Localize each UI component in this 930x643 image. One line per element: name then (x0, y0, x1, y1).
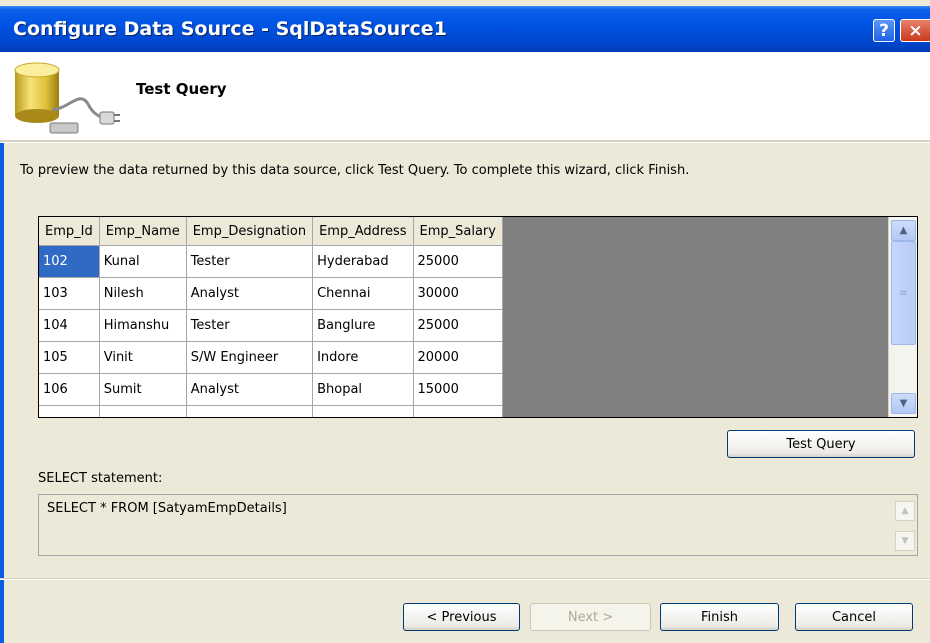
instructions-text: To preview the data returned by this dat… (20, 163, 690, 178)
table-cell[interactable]: 106 (39, 373, 100, 406)
dialog-window: Configure Data Source - SqlDataSource1 ?… (0, 0, 930, 643)
column-header[interactable]: Emp_Id (39, 217, 100, 246)
close-button[interactable]: × (900, 19, 930, 42)
table-cell[interactable]: 15000 (413, 373, 503, 406)
table-cell[interactable]: Indore (312, 341, 414, 374)
table-cell[interactable]: Tester (186, 309, 314, 342)
header-row: Emp_Id Emp_Name Emp_Designation Emp_Addr… (39, 217, 503, 246)
table-cell[interactable]: 25000 (413, 245, 503, 278)
table-cell[interactable]: Nilesh (99, 277, 187, 310)
table-cell[interactable]: Bhopal (312, 373, 414, 406)
grid-scrollbar[interactable]: ▲ ≡ ▼ (888, 217, 917, 417)
window-title: Configure Data Source - SqlDataSource1 (13, 18, 447, 40)
results-grid[interactable]: Emp_Id Emp_Name Emp_Designation Emp_Addr… (38, 216, 918, 418)
table-row[interactable]: 103 Nilesh Analyst Chennai 30000 (39, 277, 503, 310)
select-statement-label: SELECT statement: (38, 471, 163, 486)
column-header[interactable]: Emp_Name (99, 217, 187, 246)
previous-button[interactable]: < Previous (403, 603, 520, 631)
table-cell[interactable]: Hyderabad (312, 245, 414, 278)
next-button[interactable]: Next > (530, 603, 651, 631)
title-bar[interactable]: Configure Data Source - SqlDataSource1 ?… (0, 6, 930, 52)
table-cell[interactable]: Himanshu (99, 309, 187, 342)
table-cell[interactable]: Vinit (99, 341, 187, 374)
select-statement-box[interactable]: SELECT * FROM [SatyamEmpDetails] ▲ ▼ (38, 494, 918, 556)
scroll-thumb[interactable]: ≡ (891, 241, 916, 345)
table-cell[interactable]: 20000 (413, 341, 503, 374)
close-icon: × (908, 20, 923, 41)
table-row[interactable]: 106 Sumit Analyst Bhopal 15000 (39, 373, 503, 406)
column-header[interactable]: Emp_Address (312, 217, 414, 246)
column-header[interactable]: Emp_Salary (413, 217, 503, 246)
scroll-up-arrow-icon[interactable]: ▲ (891, 220, 916, 241)
table-row[interactable]: 104 Himanshu Tester Banglure 25000 (39, 309, 503, 342)
table-cell[interactable]: Analyst (186, 277, 314, 310)
table-cell-partial[interactable] (312, 405, 414, 417)
table-cell[interactable]: 104 (39, 309, 100, 342)
table-cell-partial[interactable] (186, 405, 314, 417)
header-divider (0, 140, 930, 143)
column-header[interactable]: Emp_Designation (186, 217, 314, 246)
table-row[interactable]: 102 Kunal Tester Hyderabad 25000 (39, 245, 503, 278)
select-statement-text: SELECT * FROM [SatyamEmpDetails] (47, 501, 287, 516)
test-query-button[interactable]: Test Query (727, 430, 915, 458)
table-cell[interactable]: Banglure (312, 309, 414, 342)
table-cell[interactable]: 30000 (413, 277, 503, 310)
results-table: Emp_Id Emp_Name Emp_Designation Emp_Addr… (39, 217, 503, 417)
table-cell[interactable]: Tester (186, 245, 314, 278)
table-cell-partial[interactable] (413, 405, 503, 417)
scroll-up-arrow-icon[interactable]: ▲ (895, 501, 915, 521)
help-button[interactable]: ? (873, 19, 895, 42)
database-plug-icon (14, 62, 120, 134)
page-title: Test Query (136, 80, 227, 98)
table-cell[interactable]: Chennai (312, 277, 414, 310)
table-cell[interactable]: Analyst (186, 373, 314, 406)
table-cell-partial[interactable] (39, 405, 100, 417)
table-cell[interactable]: S/W Engineer (186, 341, 314, 374)
cancel-button[interactable]: Cancel (795, 603, 913, 631)
table-cell[interactable]: 102 (39, 245, 100, 278)
table-cell[interactable]: 103 (39, 277, 100, 310)
table-cell[interactable]: 25000 (413, 309, 503, 342)
help-icon: ? (879, 20, 889, 41)
scroll-down-arrow-icon[interactable]: ▼ (891, 393, 916, 414)
footer-divider (0, 578, 930, 580)
sql-scrollbar[interactable]: ▲ ▼ (895, 497, 915, 553)
table-row[interactable] (39, 405, 503, 417)
finish-button[interactable]: Finish (660, 603, 779, 631)
table-cell-partial[interactable] (99, 405, 187, 417)
table-row[interactable]: 105 Vinit S/W Engineer Indore 20000 (39, 341, 503, 374)
table-cell[interactable]: Sumit (99, 373, 187, 406)
table-cell[interactable]: Kunal (99, 245, 187, 278)
scroll-down-arrow-icon[interactable]: ▼ (895, 531, 915, 551)
table-cell[interactable]: 105 (39, 341, 100, 374)
